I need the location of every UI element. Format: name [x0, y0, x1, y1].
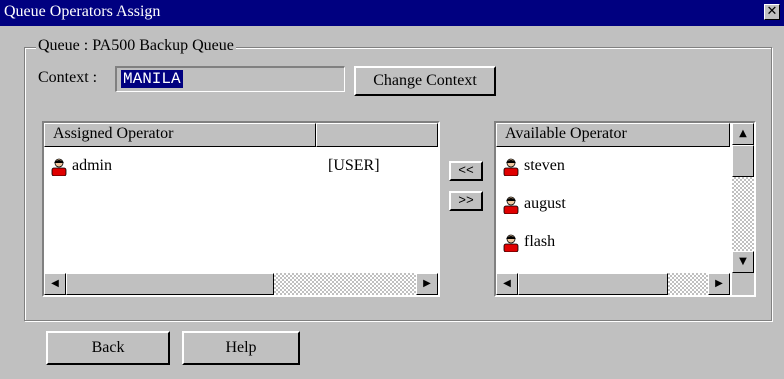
list-item[interactable]: flash — [502, 233, 722, 255]
list-item[interactable]: admin [USER] — [50, 157, 430, 179]
scroll-thumb[interactable] — [732, 145, 754, 177]
assigned-operator-header[interactable]: Assigned Operator — [44, 123, 316, 147]
help-button[interactable]: Help — [182, 331, 300, 365]
scroll-thumb[interactable] — [518, 273, 668, 295]
close-icon: ✕ — [766, 4, 778, 19]
remove-operator-button[interactable]: >> — [449, 191, 483, 211]
available-vertical-scrollbar[interactable]: ▲ ▼ — [732, 123, 754, 273]
assigned-operator-list[interactable]: Assigned Operator admin [USER] ◀ ▶ — [42, 121, 440, 297]
scroll-right-button[interactable]: ▶ — [708, 273, 730, 295]
arrow-right-icon: ▶ — [423, 278, 431, 289]
available-operator-name: steven — [524, 157, 565, 174]
context-label: Context : — [38, 69, 98, 86]
change-context-button[interactable]: Change Context — [354, 66, 496, 96]
available-operator-header[interactable]: Available Operator — [496, 123, 730, 147]
assigned-operator-header-label: Assigned Operator — [53, 125, 174, 142]
queue-group-label: Queue : PA500 Backup Queue — [36, 37, 236, 55]
available-operator-name: august — [524, 195, 566, 212]
arrow-down-icon: ▼ — [739, 256, 747, 267]
available-horizontal-scrollbar[interactable]: ◀ ▶ — [496, 273, 730, 295]
scroll-up-button[interactable]: ▲ — [732, 123, 754, 145]
context-value: MANILA — [121, 70, 183, 88]
arrow-right-icon: ▶ — [715, 278, 723, 289]
assigned-type-header[interactable] — [316, 123, 438, 147]
assigned-operator-name: admin — [72, 157, 112, 174]
user-icon — [503, 196, 519, 214]
back-button[interactable]: Back — [46, 331, 170, 365]
scroll-down-button[interactable]: ▼ — [732, 251, 754, 273]
assigned-horizontal-scrollbar[interactable]: ◀ ▶ — [44, 273, 438, 295]
user-icon — [503, 158, 519, 176]
scroll-right-button[interactable]: ▶ — [416, 273, 438, 295]
context-field[interactable]: MANILA — [115, 66, 345, 92]
available-operator-name: flash — [524, 233, 556, 250]
arrow-up-icon: ▲ — [739, 128, 747, 139]
list-item[interactable]: august — [502, 195, 722, 217]
assigned-operator-type: [USER] — [328, 157, 380, 174]
add-operator-button[interactable]: << — [449, 161, 483, 181]
user-icon — [51, 158, 67, 176]
scroll-left-button[interactable]: ◀ — [44, 273, 66, 295]
scroll-thumb[interactable] — [66, 273, 274, 295]
available-operator-header-label: Available Operator — [505, 125, 627, 142]
scroll-left-button[interactable]: ◀ — [496, 273, 518, 295]
window-title: Queue Operators Assign — [4, 3, 161, 20]
user-icon — [503, 234, 519, 252]
available-operator-list[interactable]: Available Operator steven august flash ▲… — [494, 121, 756, 297]
scroll-corner — [732, 273, 754, 295]
queue-operators-assign-dialog: Queue Operators Assign ✕ Queue : PA500 B… — [0, 0, 784, 379]
arrow-left-icon: ◀ — [503, 278, 511, 289]
title-bar[interactable]: Queue Operators Assign ✕ — [0, 0, 784, 26]
arrow-left-icon: ◀ — [51, 278, 59, 289]
list-item[interactable]: steven — [502, 157, 722, 179]
close-button[interactable]: ✕ — [764, 4, 780, 20]
